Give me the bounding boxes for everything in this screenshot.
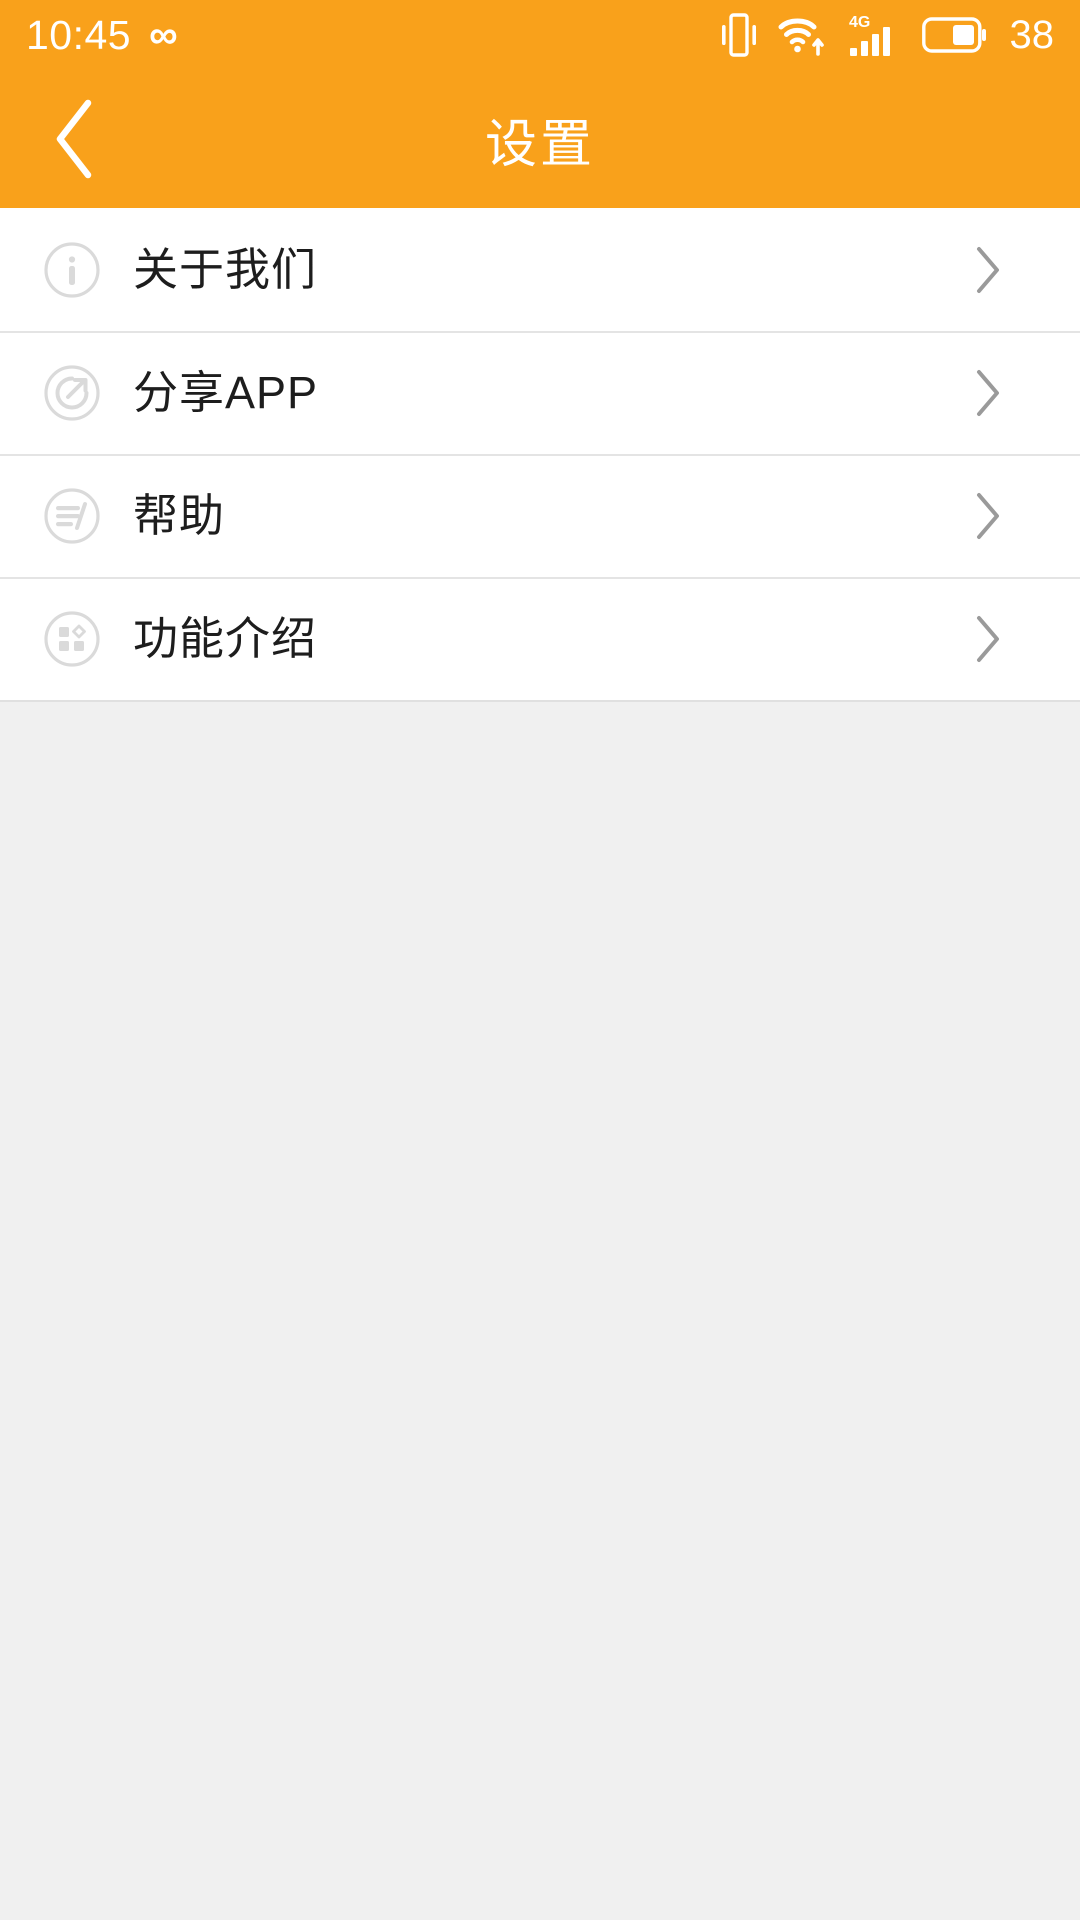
list-item-help[interactable]: 帮助	[0, 454, 1080, 577]
app-header: 设置	[0, 70, 1080, 208]
help-lines-circle-icon	[43, 487, 101, 545]
list-item-feature-intro[interactable]: 功能介绍	[0, 577, 1080, 700]
chevron-right-icon	[968, 609, 1008, 669]
settings-list: 关于我们 分享APP 帮助 功能介绍	[0, 208, 1080, 702]
vibrate-icon	[720, 12, 758, 58]
battery-icon	[921, 15, 988, 55]
status-bar: 10:45 ∞ 4G 38	[0, 0, 1080, 70]
chevron-right-icon	[968, 363, 1008, 423]
info-circle-icon	[43, 241, 101, 299]
chevron-right-icon	[968, 240, 1008, 300]
list-item-label: 功能介绍	[133, 613, 318, 664]
list-item-label: 关于我们	[133, 244, 318, 295]
grid-squares-circle-icon	[43, 610, 101, 668]
wifi-icon	[778, 12, 828, 58]
list-item-share-app[interactable]: 分享APP	[0, 331, 1080, 454]
share-circle-icon	[43, 364, 101, 422]
list-item-about-us[interactable]: 关于我们	[0, 208, 1080, 331]
status-bar-right: 4G 38	[720, 11, 1055, 59]
chevron-left-icon	[50, 97, 100, 181]
battery-percent-label: 38	[1009, 13, 1055, 57]
svg-text:4G: 4G	[849, 14, 870, 31]
infinity-icon: ∞	[149, 13, 177, 57]
page-title: 设置	[484, 115, 595, 174]
status-bar-left: 10:45 ∞	[26, 11, 178, 58]
signal-4g-icon: 4G	[848, 11, 902, 59]
list-item-label: 分享APP	[133, 367, 319, 418]
back-button[interactable]	[0, 70, 150, 208]
status-bar-clock: 10:45	[26, 11, 132, 58]
empty-content-area	[0, 702, 1080, 1814]
list-item-label: 帮助	[133, 490, 226, 541]
chevron-right-icon	[968, 486, 1008, 546]
